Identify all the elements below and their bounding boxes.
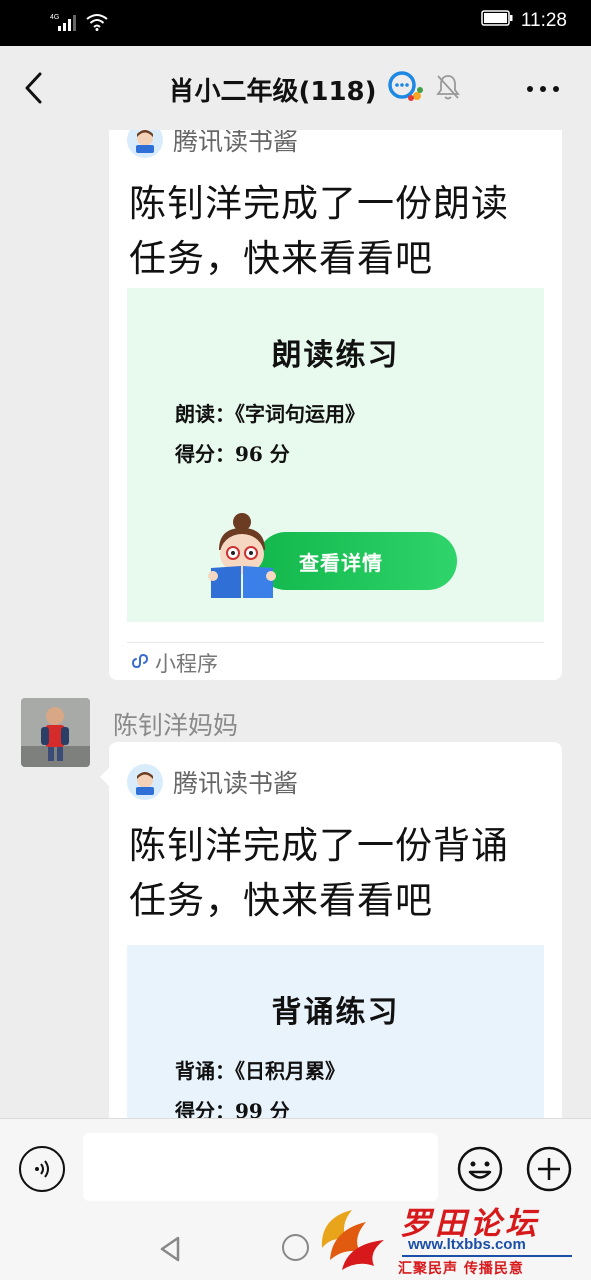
card-message: 陈钊洋完成了一份朗读 任务，快来看看吧 <box>129 182 509 280</box>
signal-icon: 4G <box>50 12 78 32</box>
tencent-reading-logo-icon <box>127 764 163 800</box>
preview-lesson: 朗读：《字词句运用》 <box>175 402 365 426</box>
voice-input-icon[interactable] <box>19 1146 65 1192</box>
more-actions-plus-icon[interactable] <box>525 1145 573 1193</box>
avatar[interactable] <box>21 698 90 767</box>
clock: 11:28 <box>520 10 567 31</box>
more-menu-icon[interactable] <box>527 86 559 92</box>
card-source-name: 腾讯读书酱 <box>173 130 299 156</box>
tencent-reading-logo-icon <box>127 130 163 158</box>
preview-title: 背诵练习 <box>271 995 400 1030</box>
mini-program-label: 小程序 <box>131 648 218 678</box>
mute-bell-icon <box>435 73 461 105</box>
mini-program-card[interactable]: 腾讯读书酱 陈钊洋完成了一份朗读 任务，快来看看吧 朗读练习 朗读：《字词句运用… <box>109 130 562 680</box>
card-source: 腾讯读书酱 <box>127 764 298 800</box>
watermark-slogan: 汇聚民声 传播民意 <box>398 1261 524 1277</box>
card-preview: 朗读练习 朗读：《字词句运用》 得分：96 分 查看详情 <box>127 288 544 622</box>
watermark-divider <box>402 1255 572 1257</box>
battery-icon <box>481 10 513 32</box>
sender-name: 陈钊洋妈妈 <box>113 711 239 740</box>
system-home-icon[interactable] <box>282 1234 309 1261</box>
view-details-button[interactable]: 查看详情 <box>257 532 457 590</box>
preview-score: 得分：96 分 <box>175 442 290 466</box>
chat-header: 肖小二年级(118) <box>0 46 591 130</box>
reading-mascot-icon <box>205 506 279 600</box>
emoji-icon[interactable] <box>456 1145 504 1193</box>
preview-lesson: 背诵：《日积月累》 <box>175 1059 345 1083</box>
mini-program-icon <box>131 651 149 675</box>
status-bar: 4G 11:28 <box>0 0 591 46</box>
forum-watermark: 罗田论坛 www.ltxbbs.com 汇聚民声 传播民意 <box>312 1196 584 1280</box>
svg-text:4G: 4G <box>50 14 59 21</box>
message-list[interactable]: 腾讯读书酱 陈钊洋完成了一份朗读 任务，快来看看吧 朗读练习 朗读：《字词句运用… <box>0 130 591 1118</box>
card-preview: 背诵练习 背诵：《日积月累》 得分：99 分 <box>127 945 544 1118</box>
preview-score: 得分：99 分 <box>175 1099 290 1118</box>
watermark-url: www.ltxbbs.com <box>408 1236 526 1253</box>
chat-title: 肖小二年级(118) <box>168 76 377 107</box>
phoenix-logo-icon <box>312 1200 398 1280</box>
card-message: 陈钊洋完成了一份背诵 任务，快来看看吧 <box>129 824 509 922</box>
message-input[interactable] <box>83 1133 438 1201</box>
card-divider <box>127 642 544 643</box>
system-back-icon[interactable] <box>158 1236 182 1266</box>
preview-title: 朗读练习 <box>271 338 400 373</box>
mini-program-card[interactable]: 腾讯读书酱 陈钊洋完成了一份背诵 任务，快来看看吧 背诵练习 背诵：《日积月累》… <box>100 742 562 1118</box>
card-source-name: 腾讯读书酱 <box>173 769 299 798</box>
card-source: 腾讯读书酱 <box>127 130 298 158</box>
wifi-icon <box>86 13 108 31</box>
group-chat-icon <box>387 70 425 108</box>
